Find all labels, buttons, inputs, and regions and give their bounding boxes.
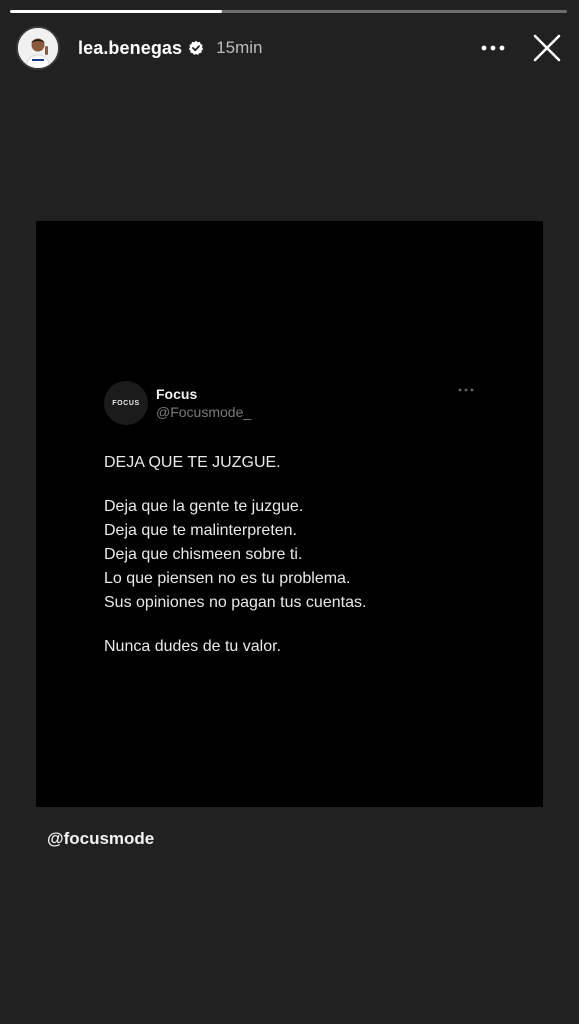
story-progress-bar [10,10,567,13]
close-icon [533,34,561,62]
more-options-button[interactable] [473,28,513,68]
tweet-author-name: Focus [156,386,198,402]
tweet-line: Deja que chismeen sobre ti. [104,546,303,563]
tweet-author-names: Focus @Focusmode_ [156,386,251,420]
tweet-author: FOCUS Focus @Focusmode_ [104,381,251,425]
tweet-more-icon [458,388,474,392]
focus-logo: FOCUS [104,381,148,425]
verified-badge-icon [188,40,204,56]
tweet-closing: Nunca dudes de tu valor. [104,638,282,655]
tweet-line: Deja que te malinterpreten. [104,522,297,539]
tweet-author-handle: @Focusmode_ [156,404,252,420]
tweet-line: Deja que la gente te juzgue. [104,498,304,515]
story-header: lea.benegas 15min [16,25,567,71]
avatar-image [18,28,58,68]
tweet-line: Sus opiniones no pagan tus cuentas. [104,594,367,611]
story-progress-fill [10,10,222,13]
tweet-title: DEJA QUE TE JUZGUE. [104,454,281,471]
tweet-text: DEJA QUE TE JUZGUE. Deja que la gente te… [104,451,504,659]
mention-sticker[interactable]: @focusmode [47,829,154,849]
tweet-line: Lo que piensen no es tu problema. [104,570,351,587]
avatar[interactable] [16,26,60,70]
more-horizontal-icon [481,45,505,51]
story-post-image[interactable]: FOCUS Focus @Focusmode_ DEJA QUE TE JUZG… [36,221,543,807]
username[interactable]: lea.benegas [78,38,182,59]
close-button[interactable] [527,28,567,68]
post-time: 15min [216,38,263,57]
